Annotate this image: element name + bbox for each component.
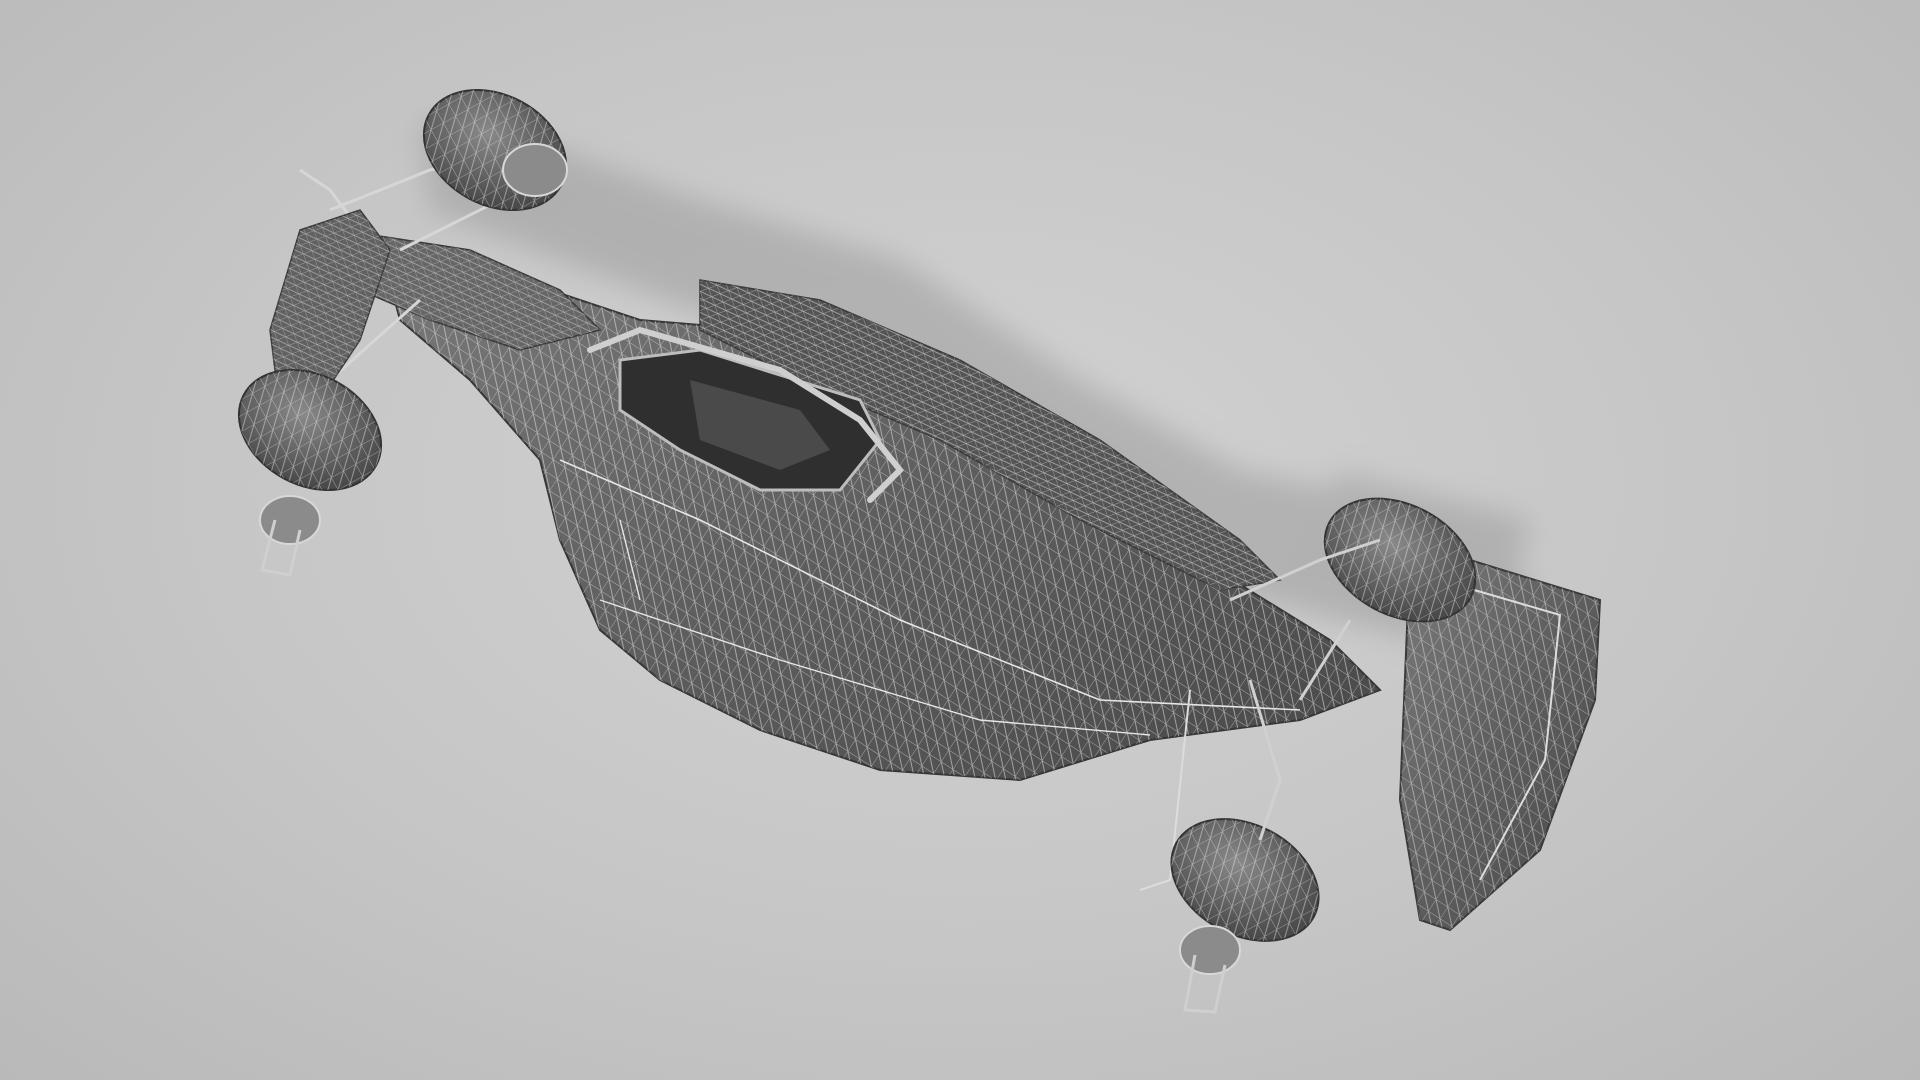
front-right-wheel [237, 369, 383, 577]
car-render [237, 89, 1602, 1014]
car-body [338, 229, 1382, 891]
render-viewport [0, 0, 1920, 1080]
rear-right-wheel [1170, 818, 1320, 1014]
